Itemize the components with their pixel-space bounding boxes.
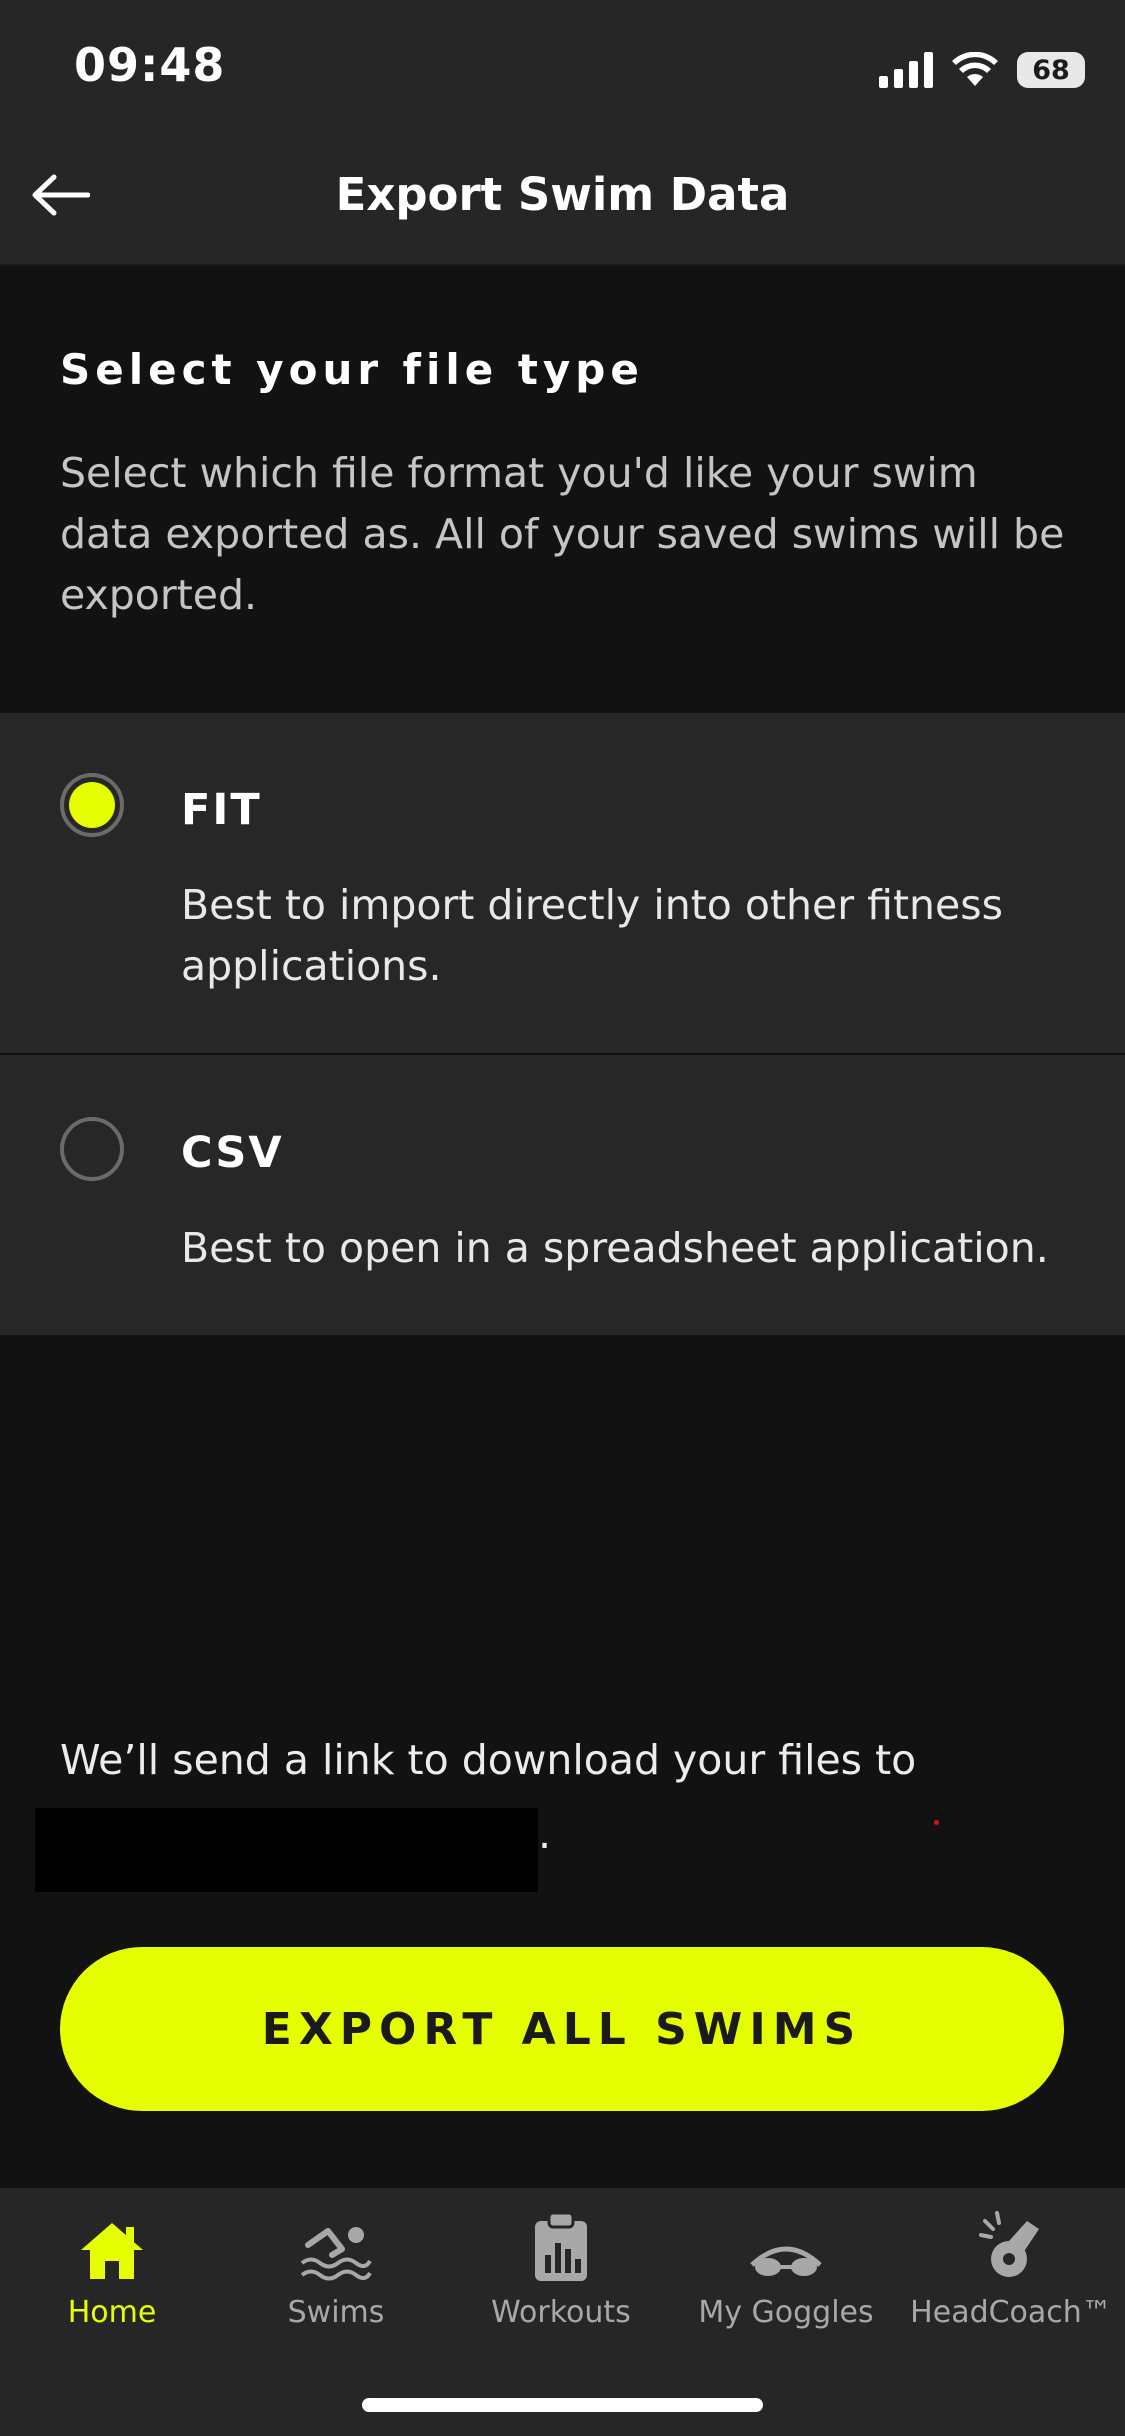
home-icon [81,2223,143,2279]
cellular-signal-icon [879,52,933,88]
radio-selected-dot [69,782,115,828]
tab-label-swims: Swims [287,2295,385,2330]
tab-workouts[interactable]: Workouts [451,2203,671,2330]
redacted-email [35,1808,538,1892]
file-type-option-csv[interactable] [0,1055,1125,1335]
option-label-fit: FIT [181,785,262,835]
email-notice-period: . [538,1810,552,1858]
status-icons: 68 [879,48,1085,92]
option-label-csv: CSV [181,1128,284,1178]
option-description-fit: Best to import directly into other fitne… [181,881,1003,990]
tab-headcoach[interactable]: HeadCoach™ [901,2203,1121,2330]
tab-label-home: Home [67,2295,157,2330]
goggles-icon [750,2246,822,2276]
status-time: 09:48 [74,38,226,92]
home-indicator [362,2398,763,2412]
tab-my-goggles[interactable]: My Goggles [676,2203,896,2330]
tab-swims[interactable]: Swims [226,2203,446,2330]
whistle-icon [979,2211,1039,2277]
tab-label-headcoach: HeadCoach™ [910,2295,1112,2330]
email-notice: We’ll send a link to download your files… [60,1736,917,1784]
wifi-icon [952,52,998,86]
radio-csv[interactable] [60,1117,124,1181]
swimmer-icon [300,2227,372,2281]
export-all-swims-button[interactable]: EXPORT ALL SWIMS [60,1947,1064,2111]
battery-icon: 68 [1017,52,1085,88]
radio-fit[interactable] [60,773,124,837]
tab-label-my-goggles: My Goggles [698,2295,874,2330]
screen: 09:48 68 Export Swim Data Select your fi… [0,0,1125,2436]
page-title: Export Swim Data [335,168,790,221]
clipboard-icon [535,2211,587,2281]
section-description: Select which file format you'd like your… [60,449,1065,619]
tab-label-workouts: Workouts [491,2295,631,2330]
option-description-csv: Best to open in a spreadsheet applicatio… [181,1224,1049,1272]
tab-home[interactable]: Home [2,2203,222,2330]
red-dot [934,1820,939,1825]
section-heading: Select your file type [60,345,644,394]
